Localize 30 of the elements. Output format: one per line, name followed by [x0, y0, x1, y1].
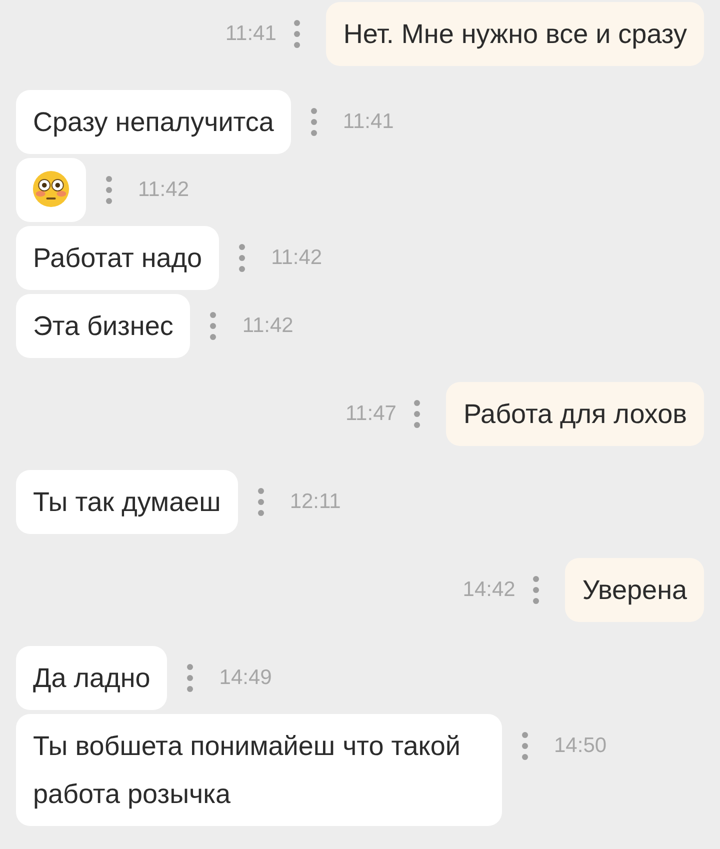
message-bubble: Сразу непалучитса	[16, 90, 291, 154]
message-time: 11:42	[138, 177, 189, 203]
message-time: 11:42	[242, 313, 294, 339]
more-icon[interactable]	[239, 244, 246, 272]
message-time: 11:41	[342, 109, 394, 135]
message-bubble: Работа для лохов	[446, 382, 704, 446]
message-bubble: Работат надо	[16, 226, 220, 290]
more-icon[interactable]	[294, 20, 300, 48]
message-time: 11:47	[345, 401, 396, 427]
message-bubble: Уверена	[565, 558, 704, 622]
more-icon[interactable]	[310, 108, 317, 136]
more-icon[interactable]	[522, 732, 528, 760]
message-time: 11:41	[225, 21, 276, 47]
more-icon[interactable]	[533, 576, 540, 604]
more-icon[interactable]	[258, 488, 264, 516]
message-time: 14:49	[219, 665, 272, 691]
message-time: 11:42	[271, 245, 322, 271]
message-time: 14:42	[462, 577, 516, 603]
message-bubble: Ты так думаеш	[16, 470, 238, 534]
message-bubble: Нет. Мне нужно все и сразу	[326, 2, 704, 66]
more-icon[interactable]	[414, 400, 420, 428]
more-icon[interactable]	[187, 664, 194, 692]
message-bubble: Да ладно	[16, 646, 168, 710]
flushed-face-icon	[32, 170, 70, 208]
more-icon[interactable]	[210, 312, 216, 340]
message-bubble: Эта бизнес	[16, 294, 190, 358]
message-time: 12:11	[290, 489, 341, 515]
message-time: 14:50	[554, 733, 607, 759]
message-bubble: Ты вобшета понимайеш что такой работа розычка	[16, 714, 502, 826]
more-icon[interactable]	[106, 176, 112, 204]
